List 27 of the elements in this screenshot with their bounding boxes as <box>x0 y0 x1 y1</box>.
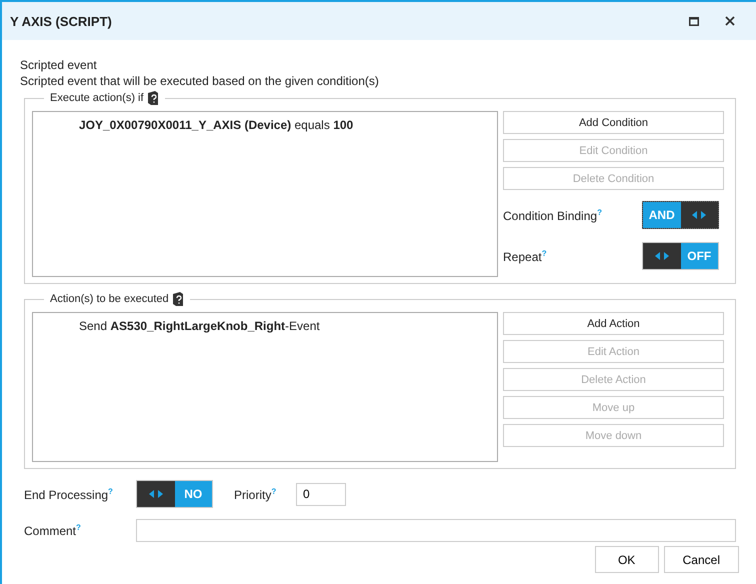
action-button[interactable]: Add Condition <box>503 111 724 134</box>
dialog-button[interactable]: Cancel <box>664 546 739 573</box>
field-label: Condition Binding$^{?}$ <box>503 208 602 222</box>
window-title: Y AXIS (SCRIPT) <box>10 14 113 28</box>
help-book-icon[interactable] <box>172 292 184 306</box>
help-book-icon[interactable] <box>146 91 159 105</box>
arrows-icon <box>148 490 163 498</box>
list-box[interactable]: Send AS530_RightLargeKnob_Right-Event <box>32 312 498 462</box>
priority-field[interactable]: 0 <box>296 482 346 506</box>
group-legend: Execute action(s) if <box>50 92 144 104</box>
maximize-icon[interactable] <box>689 16 699 26</box>
field-label: Comment$^{?}$ <box>24 524 81 538</box>
group-legend: Action(s) to be executed <box>50 293 169 305</box>
list-item[interactable]: Send AS530_RightLargeKnob_Right-Event <box>79 319 497 333</box>
list-box[interactable]: JOY_0X00790X0011_Y_AXIS (Device) equals 100 <box>32 111 498 277</box>
action-button[interactable]: Add Action <box>503 312 724 335</box>
description-text: Scripted event that will be executed based on the given condition(s) <box>20 73 380 89</box>
close-icon[interactable] <box>725 16 735 26</box>
arrows-icon <box>692 211 706 219</box>
field-label: Priority$^{?}$ <box>234 488 276 502</box>
description-title: Scripted event <box>20 57 98 73</box>
list-item[interactable]: JOY_0X00790X0011_Y_AXIS (Device) equals 100 <box>79 118 497 132</box>
arrows-icon <box>654 252 669 260</box>
comment-field[interactable] <box>136 519 736 542</box>
field-label: Repeat$^{?}$ <box>503 248 547 264</box>
dialog-button[interactable]: OK <box>594 546 659 573</box>
field-label: End Processing$^{?}$ <box>24 488 113 502</box>
